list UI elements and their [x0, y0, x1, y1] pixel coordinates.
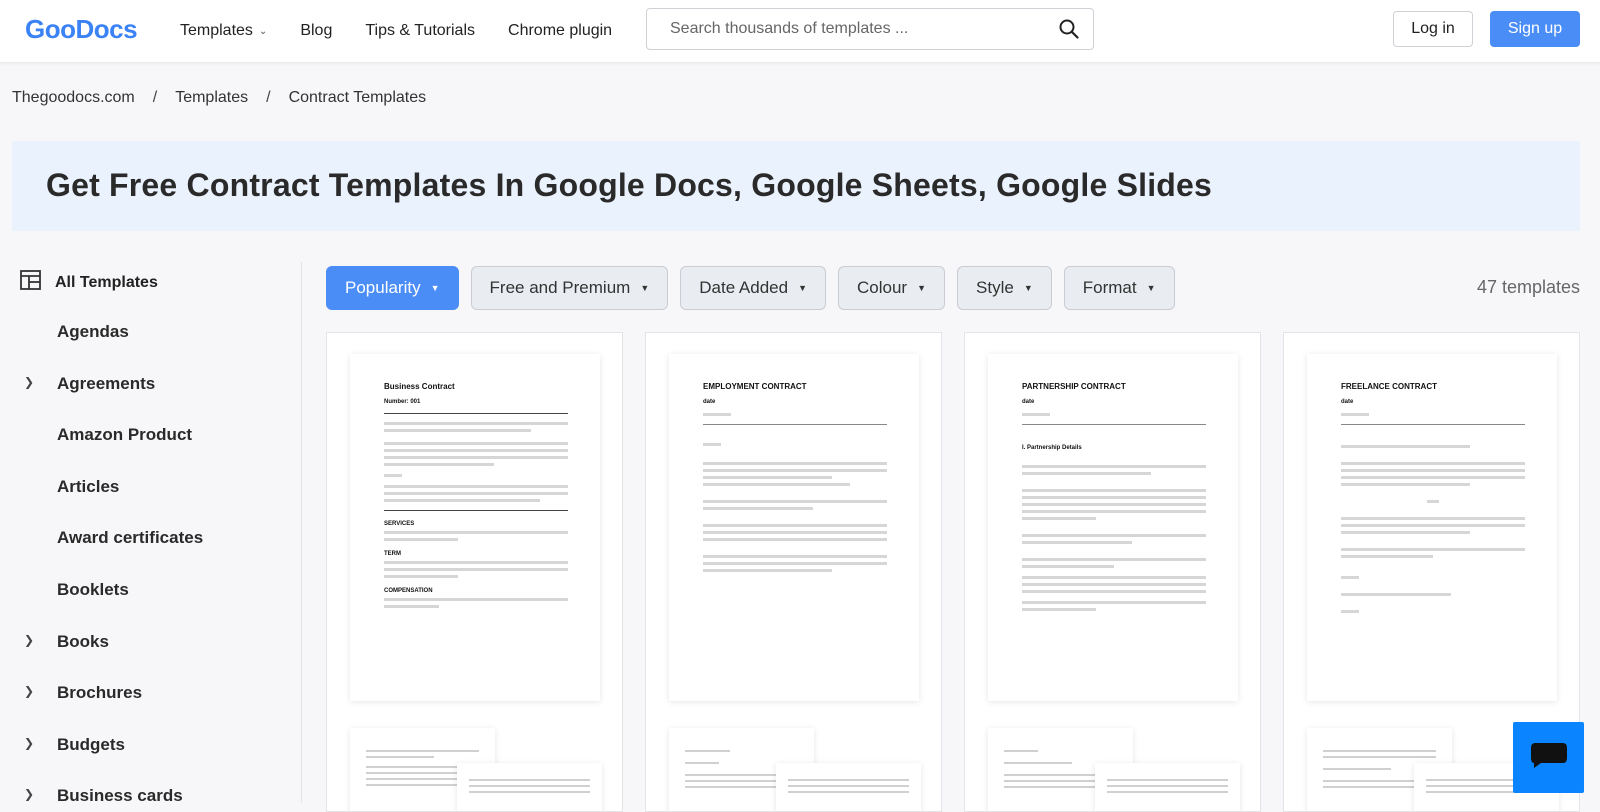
- chat-widget-button[interactable]: [1513, 722, 1584, 793]
- filter-format[interactable]: Format ▼: [1063, 266, 1175, 310]
- page-title: Get Free Contract Templates In Google Do…: [46, 167, 1213, 203]
- template-preview: EMPLOYMENT CONTRACT date: [669, 354, 919, 701]
- sidebar-item-booklets[interactable]: Booklets: [0, 578, 290, 602]
- chevron-right-icon[interactable]: ❯: [24, 736, 34, 750]
- search-box: [646, 8, 1094, 50]
- template-preview: FREELANCE CONTRACT date: [1307, 354, 1557, 701]
- caret-down-icon: ▼: [640, 283, 650, 293]
- caret-down-icon: ▼: [1146, 283, 1156, 293]
- chat-bubble-icon: [1529, 740, 1569, 775]
- search-icon[interactable]: [1059, 19, 1079, 44]
- template-card[interactable]: PARTNERSHIP CONTRACT date I. Partnership…: [964, 332, 1261, 812]
- nav-chrome-plugin[interactable]: Chrome plugin: [508, 22, 612, 40]
- filter-free-premium[interactable]: Free and Premium ▼: [470, 266, 669, 310]
- filter-bar: Popularity ▼ Free and Premium ▼ Date Added…: [326, 266, 1175, 310]
- breadcrumb-home[interactable]: Thegoodocs.com: [12, 89, 135, 107]
- template-preview-page: [776, 763, 921, 811]
- sidebar-item-agendas[interactable]: Agendas: [0, 320, 290, 344]
- nav-tips-tutorials[interactable]: Tips & Tutorials: [365, 22, 475, 40]
- sidebar-item-all-templates[interactable]: All Templates: [20, 270, 158, 295]
- site-header: GooDocs Templates ⌄ Blog Tips & Tutorial…: [0, 0, 1600, 62]
- filter-popularity[interactable]: Popularity ▼: [326, 266, 459, 310]
- caret-down-icon: ▼: [917, 283, 927, 293]
- breadcrumb-separator: /: [152, 89, 158, 106]
- category-sidebar: All Templates Agendas ❯ Agreements Amazo…: [0, 262, 302, 805]
- filter-colour[interactable]: Colour ▼: [838, 266, 946, 310]
- hero-banner: Get Free Contract Templates In Google Do…: [12, 141, 1580, 231]
- main-nav: Templates ⌄ Blog Tips & Tutorials Chrome…: [180, 0, 645, 62]
- nav-blog[interactable]: Blog: [300, 22, 332, 40]
- sidebar-item-books[interactable]: ❯ Books: [0, 630, 290, 654]
- filter-style[interactable]: Style ▼: [957, 266, 1052, 310]
- breadcrumb-separator: /: [266, 89, 271, 106]
- template-preview: Business Contract Number: 001 SERVICES T…: [350, 354, 600, 701]
- chevron-right-icon[interactable]: ❯: [24, 787, 34, 801]
- breadcrumb-current: Contract Templates: [288, 89, 427, 106]
- nav-templates[interactable]: Templates ⌄: [180, 22, 267, 40]
- sidebar-item-brochures[interactable]: ❯ Brochures: [0, 681, 290, 705]
- search-input[interactable]: [647, 9, 1027, 49]
- sidebar-item-budgets[interactable]: ❯ Budgets: [0, 733, 290, 757]
- template-preview-page: [457, 763, 602, 811]
- signup-button[interactable]: Sign up: [1490, 11, 1580, 47]
- sidebar-item-amazon-product[interactable]: Amazon Product: [0, 423, 290, 447]
- template-card[interactable]: Business Contract Number: 001 SERVICES T…: [326, 332, 623, 812]
- caret-down-icon: ▼: [1023, 283, 1033, 293]
- template-count: 47 templates: [1476, 277, 1580, 297]
- goodocs-logo[interactable]: GooDocs: [25, 14, 138, 45]
- sidebar-item-award-certificates[interactable]: Award certificates: [0, 526, 290, 550]
- sidebar-item-agreements[interactable]: ❯ Agreements: [0, 372, 290, 396]
- login-button[interactable]: Log in: [1393, 11, 1473, 47]
- breadcrumb-templates[interactable]: Templates: [175, 89, 248, 107]
- sidebar-item-business-cards[interactable]: ❯ Business cards: [0, 784, 290, 808]
- templates-grid-icon: [20, 270, 41, 295]
- template-preview: PARTNERSHIP CONTRACT date I. Partnership…: [988, 354, 1238, 701]
- chevron-right-icon[interactable]: ❯: [24, 633, 34, 647]
- template-preview-page: [1095, 763, 1240, 811]
- sidebar-item-articles[interactable]: Articles: [0, 475, 290, 499]
- caret-down-icon: ▼: [430, 283, 440, 293]
- chevron-down-icon: ⌄: [258, 25, 268, 37]
- template-card[interactable]: EMPLOYMENT CONTRACT date: [645, 332, 942, 812]
- caret-down-icon: ▼: [798, 283, 808, 293]
- breadcrumb: Thegoodocs.com / Templates / Contract Te…: [12, 89, 426, 107]
- chevron-right-icon[interactable]: ❯: [24, 684, 34, 698]
- chevron-right-icon[interactable]: ❯: [24, 375, 34, 389]
- filter-date-added[interactable]: Date Added ▼: [680, 266, 827, 310]
